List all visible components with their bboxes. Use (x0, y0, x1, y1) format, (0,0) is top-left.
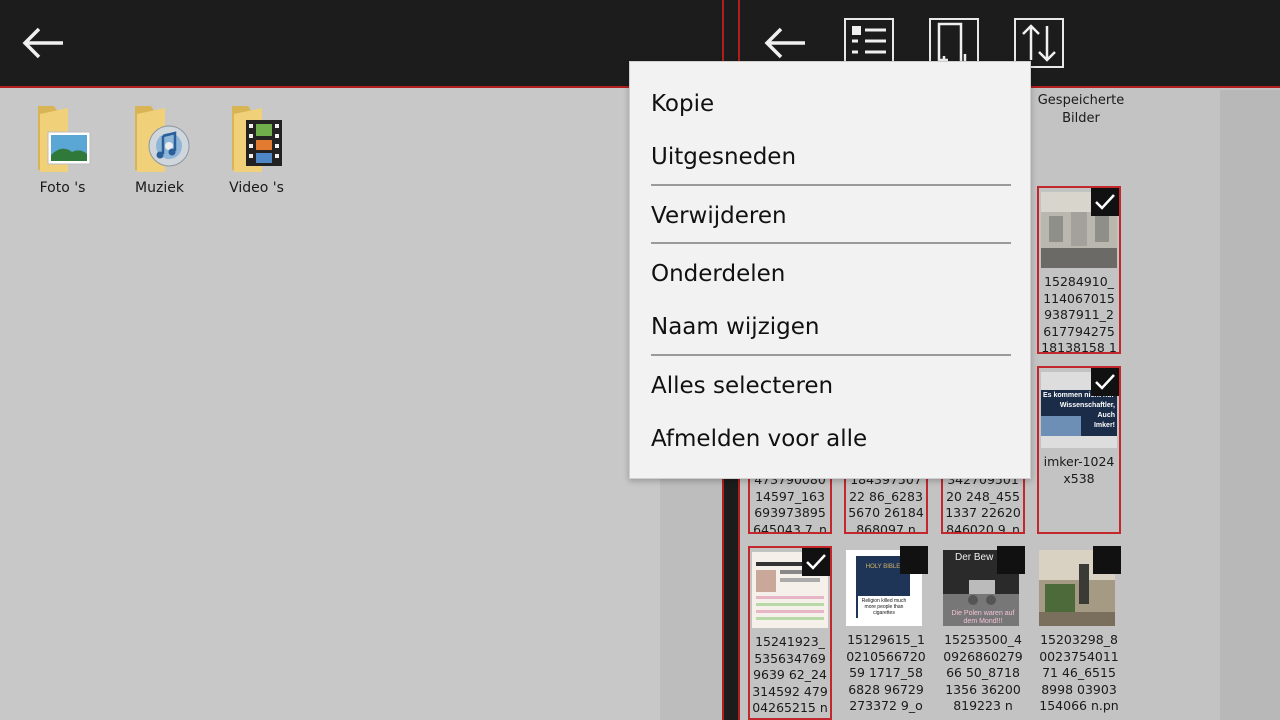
folder-label: Muziek (135, 180, 184, 196)
image-filename: 15253500_4092686027966 50_87181356 36200… (943, 632, 1023, 713)
thumbnail-caption: Die Polen waren auf dem Mond!!! (951, 610, 1015, 625)
image-tile[interactable]: Es kommen nicht nur Wissenschaftler, Auc… (1037, 366, 1121, 534)
image-filename: 18439750722 86_62835670 26184868097 n (848, 472, 924, 534)
image-tile[interactable]: Der Bew Die Polen waren auf dem Mond!!! … (941, 546, 1025, 720)
list-view-icon (852, 26, 886, 54)
saved-images-folder-label[interactable]: Gespeicherte Bilder (1036, 92, 1126, 128)
menu-item-cut[interactable]: Uitgesneden (651, 137, 1011, 177)
photos-folder-icon (32, 100, 94, 176)
thumbnail-caption: Auch (1097, 412, 1116, 419)
menu-item-copy[interactable]: Kopie (651, 84, 1011, 124)
back-arrow-icon (764, 27, 805, 59)
checkbox[interactable] (1093, 546, 1121, 574)
image-tile[interactable]: 15241923_5356347699639 62_24314592 47904… (748, 546, 832, 720)
menu-item-delete[interactable]: Verwijderen (651, 196, 1011, 236)
menu-separator (651, 184, 1011, 186)
image-filename: 15203298_8002375401171 46_65158998 03903… (1039, 632, 1119, 720)
image-filename: 15284910_1140670159387911_26177942751813… (1041, 274, 1117, 354)
folder-label: Video 's (229, 180, 284, 196)
image-filename: imker-1024x538 (1043, 454, 1115, 486)
checkmark-icon (1095, 194, 1115, 210)
checkmark-box[interactable] (1091, 368, 1119, 396)
left-back-button[interactable] (18, 18, 68, 68)
back-arrow-icon (22, 27, 63, 59)
context-menu: Kopie Uitgesneden Verwijderen Onderdelen… (629, 61, 1031, 479)
menu-separator (651, 242, 1011, 244)
thumbnail-caption: Imker! (1093, 422, 1115, 429)
checkmark-box[interactable] (1091, 188, 1119, 216)
menu-item-deselect-all[interactable]: Afmelden voor alle (651, 419, 1011, 459)
music-folder-icon (129, 100, 191, 176)
left-toolbar (0, 0, 722, 88)
folder-videos[interactable]: Video 's (208, 100, 305, 196)
checkbox[interactable] (900, 546, 928, 574)
checkmark-icon (1095, 374, 1115, 390)
new-file-icon (937, 22, 967, 64)
image-tile[interactable]: HOLY BIBLE Religion killed much more peo… (844, 546, 928, 720)
folder-photos[interactable]: Foto 's (14, 100, 111, 196)
menu-item-select-all[interactable]: Alles selecteren (651, 366, 1011, 406)
checkmark-box[interactable] (802, 548, 830, 576)
checkmark-icon (806, 554, 826, 570)
video-folder-icon (226, 100, 288, 176)
left-pane: Foto 's Muziek Video 's (0, 0, 722, 720)
menu-item-share[interactable]: Onderdelen (651, 254, 1011, 294)
folder-music[interactable]: Muziek (111, 100, 208, 196)
image-tile[interactable]: 15203298_8002375401171 46_65158998 03903… (1037, 546, 1121, 720)
checkbox[interactable] (997, 546, 1025, 574)
thumbnail-caption: Religion killed much more people than ci… (858, 596, 910, 620)
image-tile[interactable]: 15284910_1140670159387911_26177942751813… (1037, 186, 1121, 354)
folder-label: Foto 's (39, 180, 86, 196)
image-filename: 47379008014597_163693973895645043 7_n (753, 472, 827, 534)
thumbnail-caption: Wissenschaftler, (1059, 402, 1115, 409)
image-filename: 15241923_5356347699639 62_24314592 47904… (752, 634, 828, 715)
thumbnail-caption: Der Bew (955, 552, 994, 563)
menu-item-rename[interactable]: Naam wijzigen (651, 307, 1011, 347)
sort-arrows-icon (1022, 24, 1056, 62)
image-filename: 34270950120 248_4551337 22620846020 9_n (945, 472, 1021, 534)
right-side-strip (1220, 90, 1280, 720)
menu-separator (651, 354, 1011, 356)
image-filename: 15129615_1021056672059 1717_586828 96729… (846, 632, 926, 713)
folder-list: Foto 's Muziek Video 's (14, 100, 305, 196)
